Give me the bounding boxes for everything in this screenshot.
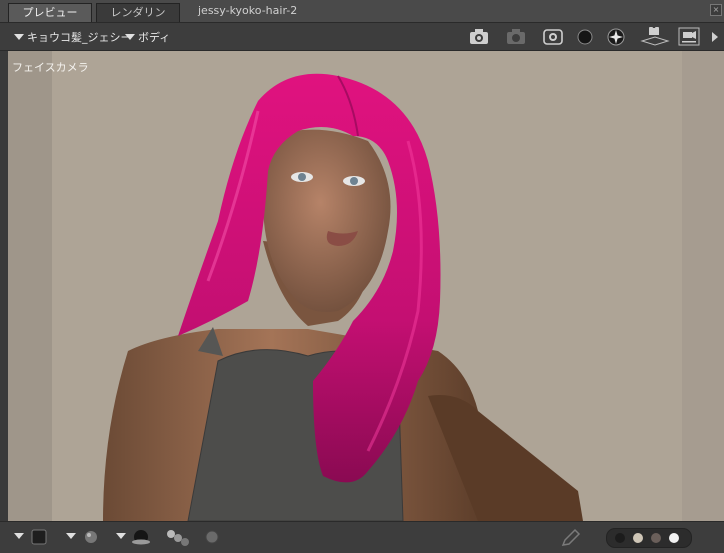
multi-sphere-icon[interactable] (164, 528, 192, 548)
camera-icon[interactable] (468, 27, 490, 46)
camera-frame-icon[interactable] (542, 27, 564, 46)
swatch-white[interactable] (669, 533, 679, 543)
document-title: jessy-kyoko-hair-2 (198, 4, 298, 17)
sphere-icon[interactable] (574, 27, 596, 46)
figure-dropdown[interactable]: キョウコ髪_ジェシー (14, 29, 132, 45)
figure-dropdown-label: キョウコ髪_ジェシー (27, 31, 132, 44)
sphere-icon[interactable] (64, 528, 100, 546)
tab-preview[interactable]: プレビュー (8, 3, 92, 22)
dropdown-arrow-icon (125, 34, 135, 40)
part-dropdown[interactable]: ボディ (125, 29, 170, 45)
swatch-brown[interactable] (651, 533, 661, 543)
bottom-toolbar (0, 521, 724, 553)
swatch-dark[interactable] (615, 533, 625, 543)
light-sphere-icon[interactable] (605, 27, 627, 46)
shaded-sphere-icon[interactable] (114, 528, 154, 546)
camera-disabled-icon[interactable] (505, 27, 527, 46)
dropdown-arrow-icon (14, 34, 24, 40)
left-gutter (0, 51, 8, 521)
preview-toolbar: キョウコ髪_ジェシー ボディ (0, 23, 724, 51)
small-sphere-icon[interactable] (203, 528, 221, 546)
camera-panel-icon[interactable] (678, 27, 700, 46)
square-icon[interactable] (12, 528, 50, 546)
swatch-beige[interactable] (633, 533, 643, 543)
tab-rendering[interactable]: レンダリング (96, 3, 180, 37)
pencil-icon[interactable] (560, 528, 582, 548)
part-dropdown-label: ボディ (138, 31, 171, 44)
camera-label: フェイスカメラ (12, 61, 89, 74)
figure-render (103, 73, 583, 521)
camera-view-icon[interactable] (640, 27, 670, 46)
tab-bar: プレビュー レンダリング jessy-kyoko-hair-2 × (0, 0, 724, 37)
color-swatches (606, 528, 692, 548)
preview-viewport[interactable]: フェイスカメラ (8, 51, 724, 521)
chevron-right-icon[interactable] (708, 27, 722, 46)
close-icon[interactable]: × (710, 4, 722, 16)
